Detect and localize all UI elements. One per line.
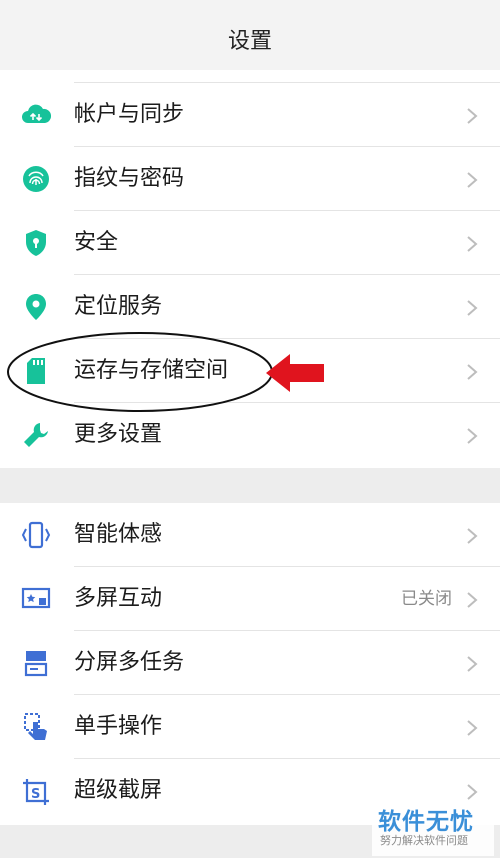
settings-item-one-hand[interactable]: 单手操作	[0, 695, 500, 759]
watermark-title: 软件无忧	[378, 809, 474, 835]
settings-item-account-sync[interactable]: 帐户与同步	[0, 83, 500, 147]
screen-cast-icon	[20, 585, 52, 613]
shield-icon	[20, 229, 52, 257]
chevron-right-icon	[467, 108, 478, 124]
chevron-right-icon	[467, 172, 478, 188]
settings-item-label: 分屏多任务	[74, 650, 185, 675]
chevron-right-icon	[467, 300, 478, 316]
settings-item-label: 超级截屏	[74, 778, 163, 803]
settings-item-label: 帐户与同步	[74, 102, 185, 127]
settings-group-2: 智能体感 多屏互动 已关闭 分屏多任务 单手操作 S 超级截屏	[0, 503, 500, 825]
red-arrow-icon	[266, 354, 324, 392]
wrench-icon	[20, 421, 52, 449]
motion-phone-icon	[20, 521, 52, 549]
location-pin-icon	[20, 293, 52, 321]
header-bar: 设置	[0, 0, 500, 78]
settings-item-label: 指纹与密码	[74, 166, 185, 191]
settings-item-smart-motion[interactable]: 智能体感	[0, 503, 500, 567]
settings-item-fingerprint-password[interactable]: 指纹与密码	[0, 147, 500, 211]
chevron-right-icon	[467, 428, 478, 444]
chevron-right-icon	[467, 364, 478, 380]
chevron-right-icon	[467, 528, 478, 544]
settings-item-multi-screen[interactable]: 多屏互动 已关闭	[0, 567, 500, 631]
settings-item-label: 单手操作	[74, 714, 163, 739]
svg-text:S: S	[31, 787, 40, 802]
chevron-right-icon	[467, 720, 478, 736]
highlight-ellipse	[7, 332, 273, 412]
chevron-right-icon	[467, 784, 478, 800]
page-title: 设置	[227, 28, 272, 54]
watermark-subtitle: 努力解决软件问题	[380, 834, 468, 847]
settings-item-label: 多屏互动	[74, 586, 163, 611]
cloud-sync-icon	[20, 101, 52, 129]
fingerprint-icon	[20, 165, 52, 193]
watermark: 软件无忧 努力解决软件问题	[372, 800, 494, 856]
settings-item-label: 安全	[74, 230, 119, 255]
chevron-right-icon	[467, 656, 478, 672]
split-screen-icon	[20, 649, 52, 677]
screenshot-icon: S	[20, 777, 52, 805]
one-hand-icon	[20, 713, 52, 741]
status-text: 已关闭	[401, 589, 452, 609]
chevron-right-icon	[467, 236, 478, 252]
settings-item-label: 智能体感	[74, 522, 163, 547]
settings-item-security[interactable]: 安全	[0, 211, 500, 275]
chevron-right-icon	[467, 592, 478, 608]
settings-item-split-screen[interactable]: 分屏多任务	[0, 631, 500, 695]
